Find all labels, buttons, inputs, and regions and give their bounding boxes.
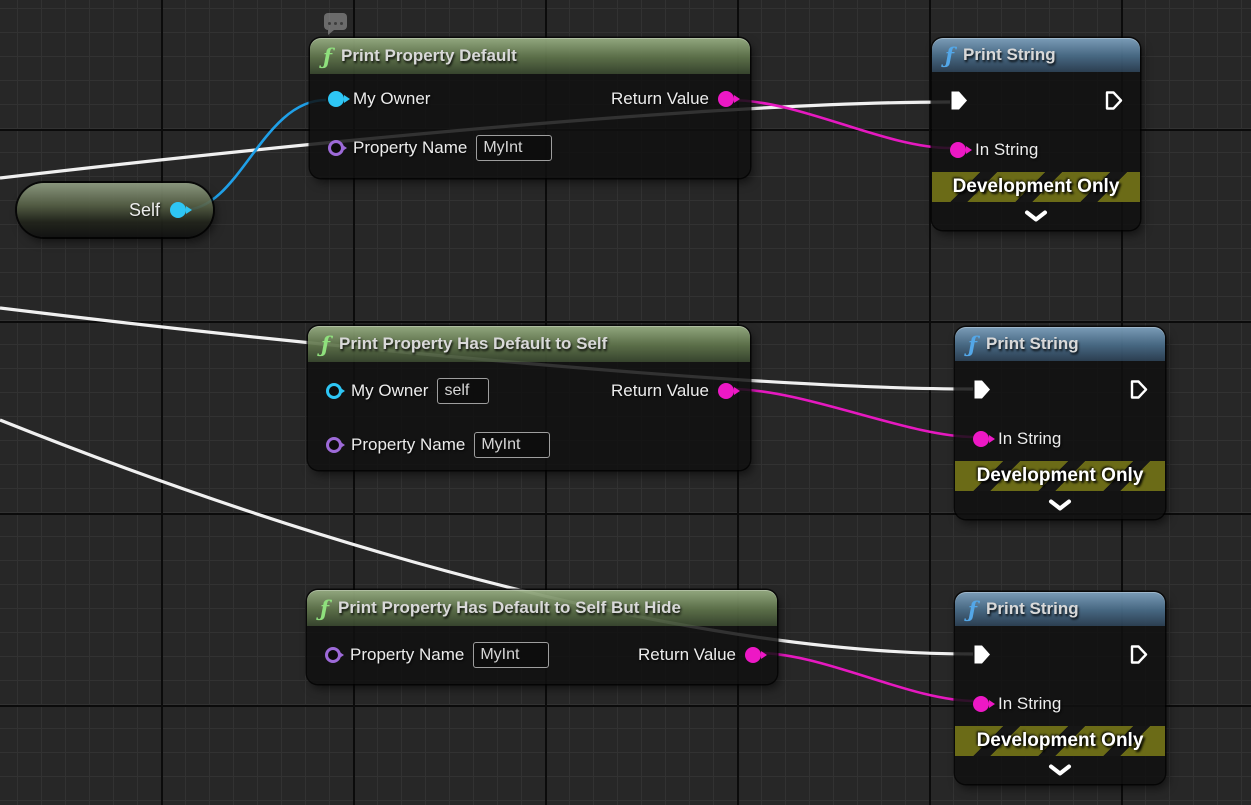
return-value-output-pin[interactable] (718, 383, 734, 399)
node-print-property-default[interactable]: ƒ Print Property Default My Owner Return… (310, 38, 750, 178)
return-value-output-pin[interactable] (745, 647, 761, 663)
function-icon: ƒ (945, 45, 954, 66)
return-value-pin-label: Return Value (611, 381, 709, 401)
property-name-field[interactable] (476, 135, 552, 161)
node-title: Print String (986, 334, 1079, 354)
development-only-label: Development Only (977, 730, 1144, 752)
property-name-field[interactable] (473, 642, 549, 668)
node-self-variable[interactable]: Self (17, 183, 213, 237)
development-only-banner: Development Only (955, 461, 1165, 491)
property-name-input-pin[interactable] (326, 437, 342, 453)
property-name-field[interactable] (474, 432, 550, 458)
function-icon: ƒ (321, 334, 330, 355)
development-only-label: Development Only (953, 176, 1120, 198)
node-print-string-3[interactable]: ƒ Print String In String Development Onl… (955, 592, 1165, 784)
comment-bubble-icon[interactable] (324, 13, 347, 30)
node-print-string-1[interactable]: ƒ Print String In String Development Onl… (932, 38, 1140, 230)
function-icon: ƒ (320, 598, 329, 619)
blueprint-graph-canvas[interactable]: Self ƒ Print Property Default My Owner R… (0, 0, 1251, 805)
exec-out-pin[interactable] (1130, 644, 1149, 665)
property-name-pin-label: Property Name (350, 645, 464, 665)
node-header[interactable]: ƒ Print String (932, 38, 1140, 72)
function-icon: ƒ (968, 599, 977, 620)
return-value-pin-label: Return Value (611, 89, 709, 109)
in-string-pin-label: In String (975, 140, 1038, 160)
chevron-down-icon[interactable] (1048, 499, 1072, 511)
node-header[interactable]: ƒ Print Property Has Default to Self But… (307, 590, 777, 626)
my-owner-input-pin[interactable] (326, 383, 342, 399)
node-title: Print String (963, 45, 1056, 65)
exec-in-pin[interactable] (973, 644, 992, 665)
in-string-pin-label: In String (998, 429, 1061, 449)
string-wire-3[interactable] (757, 653, 975, 701)
self-node-label: Self (129, 200, 160, 221)
property-name-pin-label: Property Name (353, 138, 467, 158)
string-wire-2[interactable] (730, 389, 975, 437)
node-title: Print Property Default (341, 46, 517, 66)
chevron-down-icon[interactable] (1024, 210, 1048, 222)
my-owner-pin-label: My Owner (351, 381, 428, 401)
my-owner-pin-label: My Owner (353, 89, 430, 109)
node-header[interactable]: ƒ Print Property Default (310, 38, 750, 74)
return-value-pin-label: Return Value (638, 645, 736, 665)
function-icon: ƒ (323, 46, 332, 67)
node-print-property-has-default-to-self-but-hide[interactable]: ƒ Print Property Has Default to Self But… (307, 590, 777, 684)
exec-out-pin[interactable] (1105, 90, 1124, 111)
node-header[interactable]: ƒ Print String (955, 592, 1165, 626)
property-name-input-pin[interactable] (328, 140, 344, 156)
function-icon: ƒ (968, 334, 977, 355)
development-only-banner: Development Only (955, 726, 1165, 756)
node-title: Print Property Has Default to Self (339, 334, 607, 354)
in-string-pin-label: In String (998, 694, 1061, 714)
node-header[interactable]: ƒ Print Property Has Default to Self (308, 326, 750, 362)
chevron-down-icon[interactable] (1048, 764, 1072, 776)
node-title: Print Property Has Default to Self But H… (338, 598, 681, 618)
node-title: Print String (986, 599, 1079, 619)
exec-in-pin[interactable] (973, 379, 992, 400)
self-output-pin[interactable] (170, 202, 186, 218)
node-print-property-has-default-to-self[interactable]: ƒ Print Property Has Default to Self My … (308, 326, 750, 470)
my-owner-field[interactable] (437, 378, 489, 404)
property-name-input-pin[interactable] (325, 647, 341, 663)
exec-out-pin[interactable] (1130, 379, 1149, 400)
property-name-pin-label: Property Name (351, 435, 465, 455)
in-string-input-pin[interactable] (973, 696, 989, 712)
node-header[interactable]: ƒ Print String (955, 327, 1165, 361)
in-string-input-pin[interactable] (973, 431, 989, 447)
exec-in-pin[interactable] (950, 90, 969, 111)
return-value-output-pin[interactable] (718, 91, 734, 107)
development-only-label: Development Only (977, 465, 1144, 487)
node-print-string-2[interactable]: ƒ Print String In String Development Onl… (955, 327, 1165, 519)
my-owner-input-pin[interactable] (328, 91, 344, 107)
development-only-banner: Development Only (932, 172, 1140, 202)
in-string-input-pin[interactable] (950, 142, 966, 158)
